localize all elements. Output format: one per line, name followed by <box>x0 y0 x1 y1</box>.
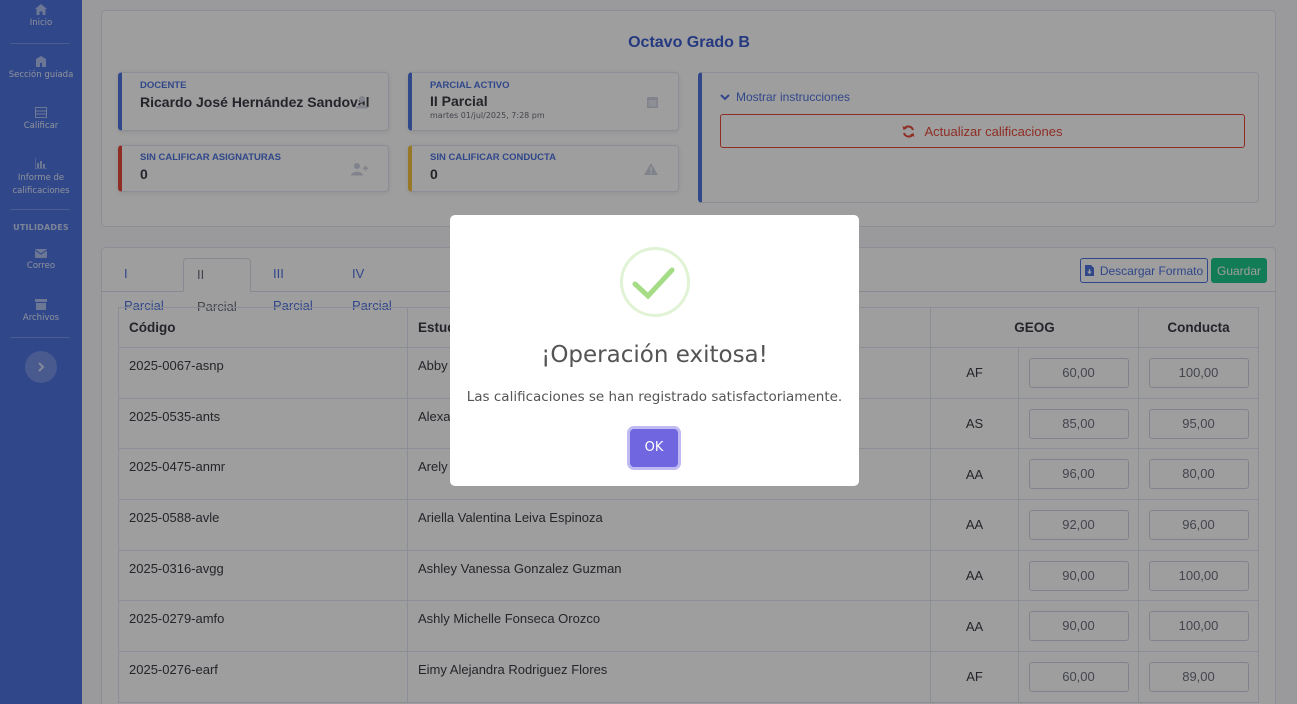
dialog-title: ¡Operación exitosa! <box>541 342 768 368</box>
success-dialog: ¡Operación exitosa! Las calificaciones s… <box>450 215 859 486</box>
ok-button[interactable]: OK <box>630 429 678 467</box>
success-check-icon <box>620 247 690 317</box>
dialog-message: Las calificaciones se han registrado sat… <box>466 389 843 405</box>
